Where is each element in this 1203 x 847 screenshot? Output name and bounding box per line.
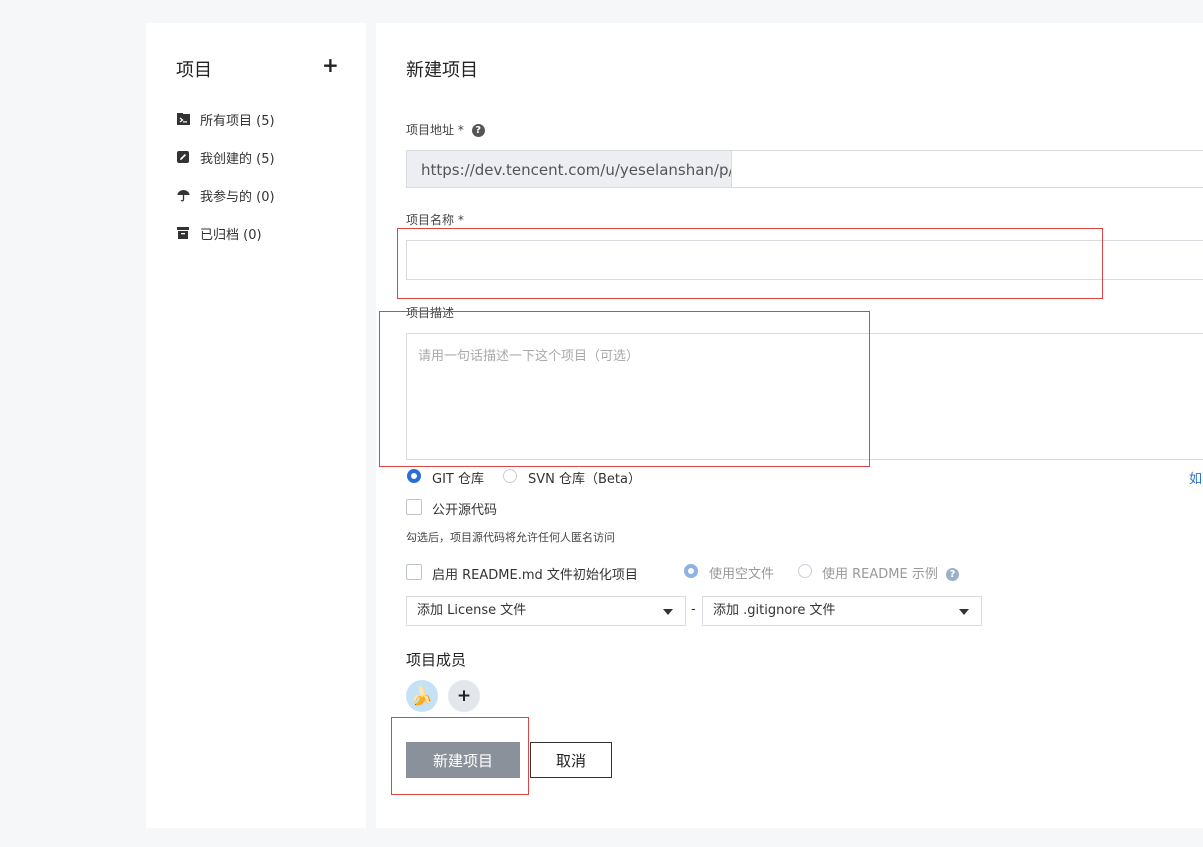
select-separator: - — [691, 602, 696, 617]
description-placeholder: 请用一句话描述一下这个项目（可选） — [418, 349, 640, 364]
umbrella-icon — [176, 188, 190, 202]
gitignore-select[interactable]: 添加 .gitignore 文件 — [702, 596, 982, 626]
repo-type-help-link[interactable]: 如 — [1189, 468, 1202, 487]
readme-example-label: 使用 README 示例 ? — [822, 563, 959, 582]
repo-type-git-radio[interactable] — [407, 469, 421, 483]
add-project-button[interactable]: + — [322, 54, 339, 76]
project-description-textarea[interactable]: 请用一句话描述一下这个项目（可选） — [406, 333, 1203, 460]
folder-terminal-icon — [176, 112, 190, 126]
open-source-hint: 勾选后，项目源代码将允许任何人匿名访问 — [406, 531, 615, 544]
project-name-label: 项目名称 * — [406, 213, 464, 227]
sidebar-item-all-projects[interactable]: 所有项目 (5) — [176, 108, 275, 130]
project-address-prefix: https://dev.tencent.com/u/yeselanshan/p/ — [406, 150, 732, 188]
sidebar-item-label: 所有项目 (5) — [200, 113, 275, 129]
caret-down-icon — [663, 609, 673, 615]
edit-icon — [176, 150, 190, 164]
repo-type-git-label: GIT 仓库 — [432, 472, 484, 487]
repo-type-svn-label: SVN 仓库（Beta） — [528, 472, 641, 487]
sidebar-item-label: 已归档 (0) — [200, 227, 262, 243]
caret-down-icon — [959, 609, 969, 615]
project-address-input[interactable] — [732, 150, 1203, 188]
sidebar-item-participated[interactable]: 我参与的 (0) — [176, 184, 275, 206]
readme-empty-radio[interactable] — [684, 564, 698, 578]
readme-checkbox[interactable] — [406, 564, 422, 580]
add-member-button[interactable]: + — [448, 680, 480, 712]
sidebar-item-label: 我创建的 (5) — [200, 151, 275, 167]
readme-example-radio[interactable] — [798, 564, 812, 578]
sidebar-item-created[interactable]: 我创建的 (5) — [176, 146, 275, 168]
sidebar-item-label: 我参与的 (0) — [200, 189, 275, 205]
new-project-form: 新建项目 项目地址 * ? https://dev.tencent.com/u/… — [376, 23, 1203, 828]
cancel-button[interactable]: 取消 — [530, 742, 612, 778]
project-name-input[interactable] — [406, 240, 1203, 280]
open-source-label: 公开源代码 — [432, 503, 498, 518]
readme-empty-label: 使用空文件 — [709, 567, 775, 582]
sidebar-title: 项目 — [176, 60, 212, 81]
repo-type-svn-radio[interactable] — [503, 469, 517, 483]
page-title: 新建项目 — [406, 60, 478, 81]
sidebar: 项目 + 所有项目 (5) 我创建的 (5) 我参与的 (0) 已归档 (0) — [146, 23, 366, 828]
project-members-title: 项目成员 — [406, 651, 467, 669]
sidebar-item-archived[interactable]: 已归档 (0) — [176, 222, 262, 244]
project-description-label: 项目描述 — [406, 306, 455, 320]
avatar[interactable]: 🍌 — [406, 680, 438, 712]
archive-icon — [176, 226, 190, 240]
help-icon[interactable]: ? — [946, 568, 959, 581]
project-address-label: 项目地址 * ? — [406, 121, 485, 138]
open-source-checkbox[interactable] — [406, 499, 422, 515]
license-select[interactable]: 添加 License 文件 — [406, 596, 686, 626]
help-icon[interactable]: ? — [471, 124, 485, 137]
create-project-button[interactable]: 新建项目 — [406, 742, 520, 778]
readme-label: 启用 README.md 文件初始化项目 — [432, 568, 638, 583]
